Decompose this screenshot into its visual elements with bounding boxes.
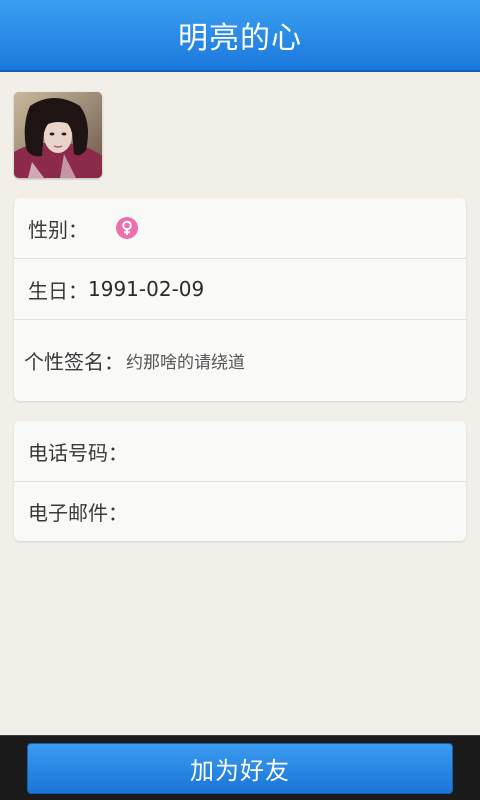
birthday-label: 生日： [28, 278, 88, 303]
birthday-value: 1991-02-09 [88, 277, 205, 301]
avatar-photo-icon [14, 92, 102, 178]
email-label: 电子邮件： [28, 501, 128, 525]
phone-row: 电话号码： [14, 421, 466, 481]
email-row: 电子邮件： [14, 482, 466, 541]
birthday-row: 生日： 1991-02-09 [14, 259, 466, 319]
profile-screen: 明亮的心 性别： 生日： 1991-02-09 个性签名： 约那啥的请绕道 电话… [0, 0, 480, 800]
bottom-bar: 加为好友 [0, 735, 480, 800]
signature-row: 个性签名： 约那啥的请绕道 [14, 320, 466, 401]
gender-label: 性别： [28, 217, 88, 242]
profile-info-card: 性别： 生日： 1991-02-09 个性签名： 约那啥的请绕道 [14, 198, 466, 401]
signature-value: 约那啥的请绕道 [126, 353, 245, 373]
avatar[interactable] [14, 92, 102, 178]
title-bar: 明亮的心 [0, 0, 480, 72]
add-friend-button[interactable]: 加为好友 [27, 743, 453, 794]
page-title: 明亮的心 [178, 21, 302, 56]
phone-label: 电话号码： [28, 440, 128, 465]
signature-label: 个性签名： [24, 350, 124, 374]
contact-card: 电话号码： 电子邮件： [14, 421, 466, 541]
gender-row: 性别： [14, 198, 466, 258]
female-symbol-icon [116, 217, 138, 239]
